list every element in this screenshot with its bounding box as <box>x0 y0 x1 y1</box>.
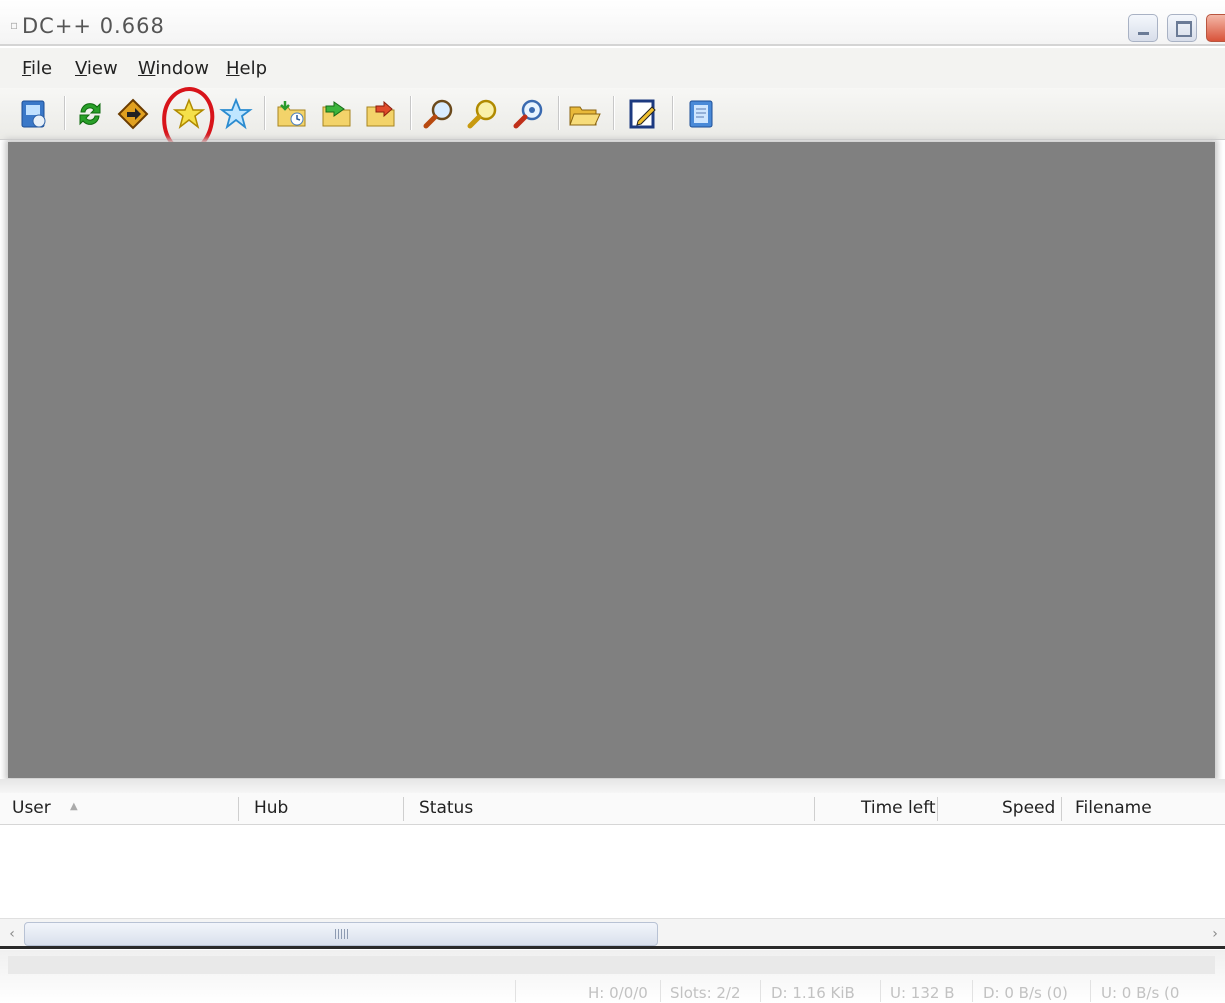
favorite-users-icon <box>219 97 253 130</box>
window-title: ▫ DC++ 0.668 <box>10 14 165 38</box>
favorite-users-button[interactable] <box>217 95 255 133</box>
menu-view[interactable]: View <box>75 58 118 79</box>
status-divider <box>880 980 881 1002</box>
scroll-left-icon[interactable]: ‹ <box>2 922 22 946</box>
status-upload-rate: U: 0 B/s (0 <box>1101 984 1180 1002</box>
scroll-right-icon[interactable]: › <box>1205 922 1225 946</box>
open-file-list-button[interactable] <box>566 95 604 133</box>
download-queue-icon <box>277 101 306 127</box>
reconnect-icon <box>79 102 101 126</box>
toolbar-separator <box>64 96 66 130</box>
toolbar-separator <box>672 96 674 130</box>
status-bar: H: 0/0/0 Slots: 2/2 D: 1.16 KiB U: 132 B… <box>0 950 1225 1003</box>
adl-search-icon <box>467 99 497 129</box>
public-hubs-icon <box>21 100 46 128</box>
column-divider[interactable] <box>937 797 938 821</box>
column-divider[interactable] <box>814 797 815 821</box>
toolbar <box>0 88 1225 140</box>
favorite-hubs-icon <box>172 97 206 129</box>
finished-downloads-button[interactable] <box>318 95 356 133</box>
column-user[interactable]: User <box>12 798 51 818</box>
open-file-list-icon <box>569 106 601 126</box>
settings-icon <box>629 99 656 129</box>
menu-help[interactable]: Help <box>226 58 267 79</box>
dcpp-app-icon: ▫ <box>10 18 20 32</box>
sort-arrow-icon: ▲ <box>70 801 78 812</box>
search-spy-icon <box>513 99 543 129</box>
column-time-left[interactable]: Time left <box>861 798 936 818</box>
status-divider <box>515 980 516 1002</box>
notepad-icon <box>689 100 713 128</box>
follow-redirect-button[interactable] <box>114 95 152 133</box>
finished-uploads-button[interactable] <box>362 95 400 133</box>
grip-icon <box>335 929 349 939</box>
status-divider <box>660 980 661 1002</box>
scrollbar-thumb[interactable] <box>24 922 658 946</box>
window-title-text: DC++ 0.668 <box>22 14 165 38</box>
pane-splitter[interactable] <box>0 779 1225 793</box>
status-downloaded: D: 1.16 KiB <box>771 984 855 1002</box>
menu-file[interactable]: File <box>22 58 52 79</box>
scrollbar-bottom-border <box>0 946 1225 949</box>
search-spy-button[interactable] <box>510 95 548 133</box>
favorite-hubs-button[interactable] <box>170 95 208 133</box>
reconnect-button[interactable] <box>71 95 109 133</box>
status-divider <box>972 980 973 1002</box>
toolbar-separator <box>264 96 266 130</box>
status-divider <box>1090 980 1091 1002</box>
status-uploaded: U: 132 B <box>890 984 955 1002</box>
transfer-list-header: User ▲ Hub Status Time left Speed Filena… <box>0 793 1225 825</box>
search-icon <box>423 99 453 129</box>
menu-window[interactable]: Window <box>138 58 209 79</box>
horizontal-scrollbar[interactable]: ‹ › <box>0 918 1225 948</box>
public-hubs-button[interactable] <box>15 95 53 133</box>
menu-bar: File View Window Help <box>0 48 1225 88</box>
adl-search-button[interactable] <box>464 95 502 133</box>
status-divider <box>760 980 761 1002</box>
settings-button[interactable] <box>624 95 662 133</box>
search-button[interactable] <box>420 95 458 133</box>
finished-uploads-icon <box>366 100 395 127</box>
notepad-button[interactable] <box>682 95 720 133</box>
column-divider[interactable] <box>238 797 239 821</box>
column-hub[interactable]: Hub <box>254 798 288 818</box>
status-strip <box>8 956 1215 974</box>
close-button[interactable] <box>1206 14 1225 42</box>
download-queue-button[interactable] <box>273 95 311 133</box>
minimize-button[interactable] <box>1128 14 1158 42</box>
finished-downloads-icon <box>322 101 351 127</box>
status-slots: Slots: 2/2 <box>670 984 741 1002</box>
toolbar-separator <box>410 96 412 130</box>
column-divider[interactable] <box>403 797 404 821</box>
follow-redirect-icon <box>117 98 149 130</box>
mdi-workspace[interactable] <box>8 142 1215 778</box>
transfer-list[interactable] <box>0 826 1225 918</box>
column-speed[interactable]: Speed <box>1002 798 1055 818</box>
status-hubs: H: 0/0/0 <box>588 984 648 1002</box>
maximize-button[interactable] <box>1167 14 1197 42</box>
column-status[interactable]: Status <box>419 798 473 818</box>
toolbar-separator <box>613 96 615 130</box>
column-filename[interactable]: Filename <box>1075 798 1152 818</box>
status-download-rate: D: 0 B/s (0) <box>983 984 1068 1002</box>
title-bar[interactable]: ▫ DC++ 0.668 <box>0 0 1225 46</box>
toolbar-separator <box>558 96 560 130</box>
column-divider[interactable] <box>1061 797 1062 821</box>
